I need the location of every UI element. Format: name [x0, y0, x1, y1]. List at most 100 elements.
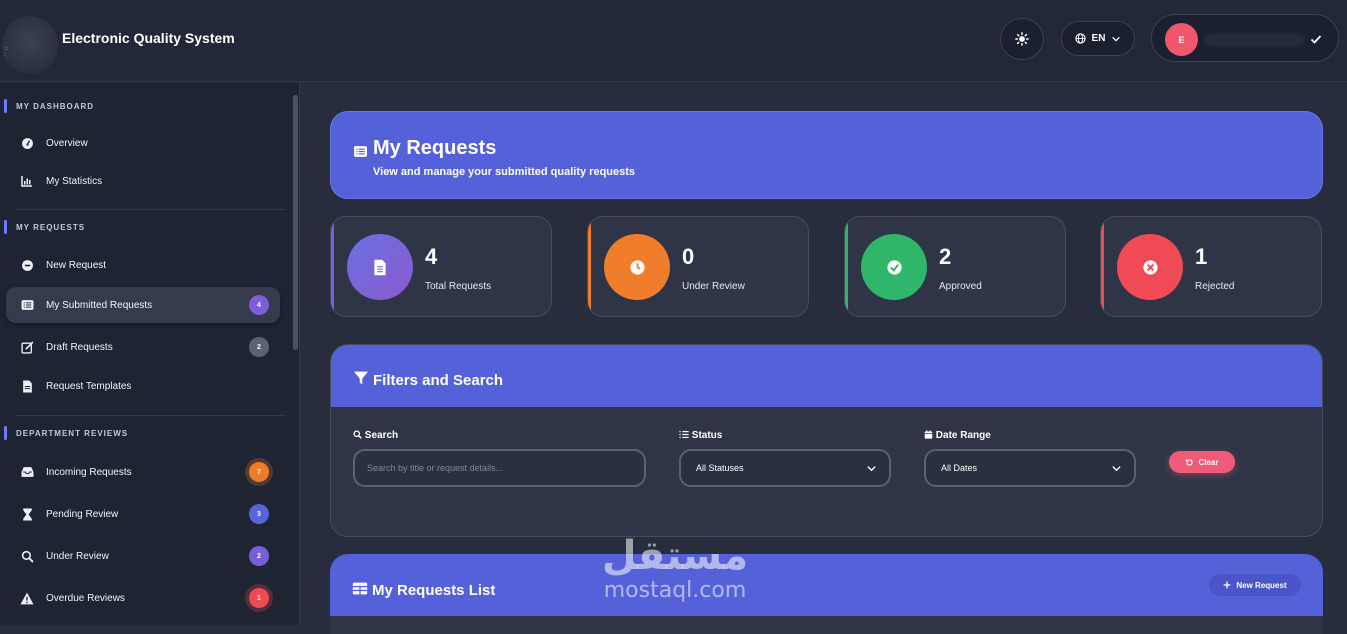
search-input[interactable] — [353, 449, 646, 487]
sidebar-divider — [16, 209, 286, 210]
stat-label: Total Requests — [425, 281, 492, 292]
stat-card-under-review: 0 Under Review — [587, 216, 809, 317]
file-icon — [20, 379, 34, 393]
logo-mark: ::: — [4, 45, 9, 58]
logo-image — [2, 16, 58, 74]
edit-icon — [20, 340, 34, 354]
sidebar-item-pending-review[interactable]: Pending Review 3 — [6, 496, 280, 532]
clear-label: Clear — [1198, 457, 1219, 467]
language-label: EN — [1091, 33, 1106, 44]
sidebar-item-overdue-reviews[interactable]: Overdue Reviews 1 — [6, 580, 280, 616]
sidebar-item-my-submitted-requests[interactable]: My Submitted Requests 4 — [6, 287, 280, 323]
sidebar-item-label: Under Review — [46, 550, 109, 562]
count-badge: 4 — [249, 295, 269, 315]
list-icon — [20, 298, 34, 312]
sidebar-item-label: Overdue Reviews — [46, 592, 125, 604]
section-department-reviews: DEPARTMENT REVIEWS — [3, 426, 129, 440]
hourglass-icon — [20, 507, 34, 521]
sidebar-item-label: Draft Requests — [46, 341, 113, 353]
clear-filters-button[interactable]: Clear — [1169, 451, 1235, 473]
sidebar-item-label: Incoming Requests — [46, 466, 132, 478]
card-accent — [588, 217, 591, 316]
status-label-text: Status — [691, 430, 723, 441]
sidebar-item-label: Overview — [46, 137, 88, 149]
stat-label: Under Review — [682, 281, 745, 292]
sidebar-item-draft-requests[interactable]: Draft Requests 2 — [6, 329, 280, 365]
filters-header: Filters and Search — [331, 345, 1322, 407]
count-badge: 1 — [249, 588, 269, 608]
watermark: مستقل mostaql.com — [590, 533, 760, 603]
search-label-text: Search — [364, 430, 399, 441]
chevron-down-icon — [867, 466, 876, 472]
chevron-down-icon — [1112, 36, 1121, 42]
chevron-check-icon — [1310, 35, 1322, 44]
stat-card-total: 4 Total Requests — [330, 216, 552, 317]
undo-icon — [1186, 458, 1194, 466]
sidebar-divider — [16, 415, 286, 416]
sidebar-item-label: Request Templates — [46, 380, 132, 392]
document-icon — [347, 234, 413, 300]
gauge-icon — [20, 136, 34, 150]
section-my-dashboard: MY DASHBOARD — [3, 99, 95, 113]
status-select[interactable]: All Statuses — [679, 449, 891, 487]
new-request-label: New Request — [1236, 580, 1287, 590]
date-range-label: Date Range — [924, 430, 991, 441]
section-my-requests: MY REQUESTS — [3, 220, 86, 234]
count-badge: 3 — [249, 504, 269, 524]
list-check-icon — [679, 430, 689, 439]
search-label: Search — [353, 430, 398, 441]
stat-value: 4 — [425, 244, 438, 269]
list-icon — [354, 146, 367, 157]
sidebar-item-incoming-requests[interactable]: Incoming Requests 7 — [6, 454, 280, 490]
bar-chart-icon — [20, 174, 34, 188]
watermark-arabic: مستقل — [601, 533, 749, 579]
stat-card-approved: 2 Approved — [844, 216, 1066, 317]
x-circle-icon — [1117, 234, 1183, 300]
theme-toggle-button[interactable] — [1000, 18, 1044, 60]
globe-icon — [1074, 33, 1086, 44]
chevron-down-icon — [1112, 466, 1121, 472]
page-title: My Requests — [373, 137, 497, 159]
check-circle-icon — [861, 234, 927, 300]
sidebar-item-under-review[interactable]: Under Review 2 — [6, 538, 280, 574]
avatar: E — [1165, 23, 1198, 56]
card-accent — [845, 217, 848, 316]
stat-label: Rejected — [1195, 281, 1235, 292]
card-accent — [331, 217, 334, 316]
sidebar-item-label: My Submitted Requests — [46, 299, 153, 311]
sidebar-item-request-templates[interactable]: Request Templates — [6, 368, 280, 404]
table-icon — [352, 582, 368, 595]
stat-value: 2 — [939, 244, 952, 269]
sidebar-item-label: New Request — [46, 259, 107, 271]
new-request-button[interactable]: New Request — [1209, 574, 1301, 596]
count-badge: 2 — [249, 337, 269, 357]
sidebar-item-label: Pending Review — [46, 508, 119, 520]
language-selector[interactable]: EN — [1061, 21, 1135, 56]
search-icon — [20, 549, 34, 563]
date-range-label-text: Date Range — [935, 430, 991, 441]
requests-list-toolbar — [330, 616, 1323, 634]
sidebar-item-my-statistics[interactable]: My Statistics — [6, 163, 280, 199]
sidebar-item-new-request[interactable]: New Request — [6, 247, 280, 283]
status-label: Status — [679, 430, 722, 441]
stat-value: 0 — [682, 244, 695, 269]
plus-circle-icon — [20, 258, 34, 272]
sidebar-scrollbar[interactable] — [293, 95, 298, 350]
count-badge: 2 — [249, 546, 269, 566]
clock-icon — [604, 234, 670, 300]
inbox-icon — [20, 465, 34, 479]
page-banner: My Requests View and manage your submitt… — [330, 111, 1323, 199]
warning-icon — [20, 591, 34, 605]
calendar-icon — [924, 430, 933, 439]
stat-card-rejected: 1 Rejected — [1100, 216, 1322, 317]
search-icon — [353, 430, 362, 439]
app-title: Electronic Quality System — [62, 30, 235, 46]
user-menu-button[interactable]: E — [1151, 14, 1339, 62]
card-accent — [1101, 217, 1104, 316]
watermark-latin: mostaql.com — [603, 578, 747, 603]
filters-panel: Filters and Search — [330, 344, 1323, 537]
filter-icon — [354, 371, 368, 385]
date-range-select[interactable]: All Dates — [924, 449, 1136, 487]
requests-list-title: My Requests List — [372, 582, 496, 599]
sidebar-item-overview[interactable]: Overview — [6, 125, 280, 161]
